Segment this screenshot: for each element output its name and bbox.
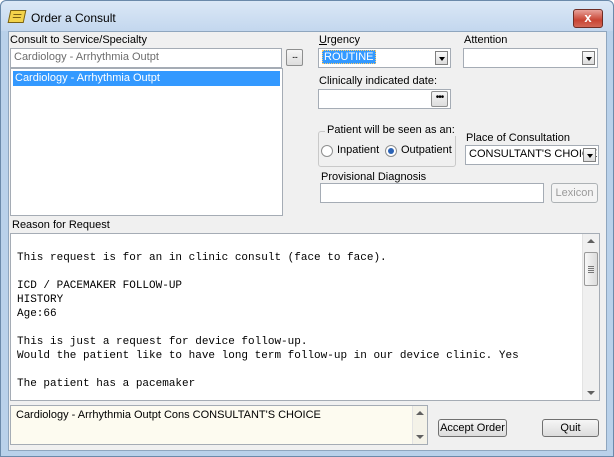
title-bar: Order a Consult x — [1, 1, 613, 31]
scroll-up-icon[interactable] — [416, 411, 424, 415]
place-label: Place of Consultation — [466, 132, 570, 144]
accept-order-button[interactable]: Accept Order — [438, 419, 507, 437]
reason-scrollbar[interactable] — [582, 234, 599, 400]
attention-label: Attention — [464, 34, 508, 46]
reason-textarea[interactable]: This request is for an in clinic consult… — [10, 233, 600, 401]
inpatient-label[interactable]: Inpatient — [337, 144, 379, 156]
dialog-body: Consult to Service/Specialty Cardiology … — [8, 31, 607, 451]
service-label: Consult to Service/Specialty — [10, 34, 147, 46]
reason-line: ICD / PACEMAKER FOLLOW-UP — [17, 280, 183, 292]
place-value: CONSULTANT'S CHOICE — [469, 148, 598, 160]
urgency-value: ROUTINE — [322, 50, 376, 64]
reason-line: Age:66 — [17, 308, 57, 320]
window-title: Order a Consult — [31, 11, 116, 25]
outpatient-radio[interactable] — [385, 145, 397, 157]
provisional-diagnosis-label: Provisional Diagnosis — [321, 171, 427, 183]
service-field[interactable]: Cardiology - Arrhythmia Outpt — [10, 48, 282, 68]
quit-button[interactable]: Quit — [542, 419, 599, 437]
scroll-down-icon[interactable] — [416, 435, 424, 439]
reason-line: This request is for an in clinic consult… — [17, 252, 387, 264]
scroll-thumb[interactable] — [584, 252, 598, 286]
reason-line: The patient has a pacemaker — [17, 378, 196, 390]
urgency-select[interactable]: ROUTINE — [318, 48, 451, 68]
service-list[interactable]: Cardiology - Arrhythmia Outpt — [10, 68, 283, 216]
service-browse-button[interactable]: ... — [286, 49, 303, 66]
reason-line: Would the patient like to have long term… — [17, 350, 519, 362]
order-consult-window: Order a Consult x Consult to Service/Spe… — [0, 0, 614, 457]
close-button[interactable]: x — [573, 9, 603, 28]
date-label: Clinically indicated date: — [319, 75, 438, 87]
urgency-label: Urgency — [319, 34, 360, 46]
summary-scrollbar[interactable] — [412, 406, 427, 444]
lexicon-button[interactable]: Lexicon — [551, 183, 598, 203]
list-item[interactable]: Cardiology - Arrhythmia Outpt — [13, 71, 280, 86]
inpatient-radio[interactable] — [321, 145, 333, 157]
order-summary: Cardiology - Arrhythmia Outpt Cons CONSU… — [10, 405, 428, 445]
reason-line: This is just a request for device follow… — [17, 336, 308, 348]
reason-label: Reason for Request — [12, 219, 110, 231]
place-select[interactable]: CONSULTANT'S CHOICE — [465, 145, 599, 165]
order-summary-text: Cardiology - Arrhythmia Outpt Cons CONSU… — [16, 409, 321, 421]
provisional-diagnosis-field[interactable] — [320, 183, 544, 203]
attention-select[interactable] — [463, 48, 598, 68]
patient-seen-label: Patient will be seen as an: — [325, 124, 457, 136]
date-picker-button[interactable]: ••• — [431, 91, 448, 107]
chevron-down-icon[interactable] — [435, 51, 448, 65]
reason-line: HISTORY — [17, 294, 64, 306]
scroll-down-icon[interactable] — [587, 391, 595, 395]
chevron-down-icon[interactable] — [582, 51, 595, 65]
chevron-down-icon[interactable] — [583, 148, 596, 162]
scroll-up-icon[interactable] — [587, 239, 595, 243]
order-icon — [7, 10, 27, 23]
outpatient-label[interactable]: Outpatient — [401, 144, 452, 156]
